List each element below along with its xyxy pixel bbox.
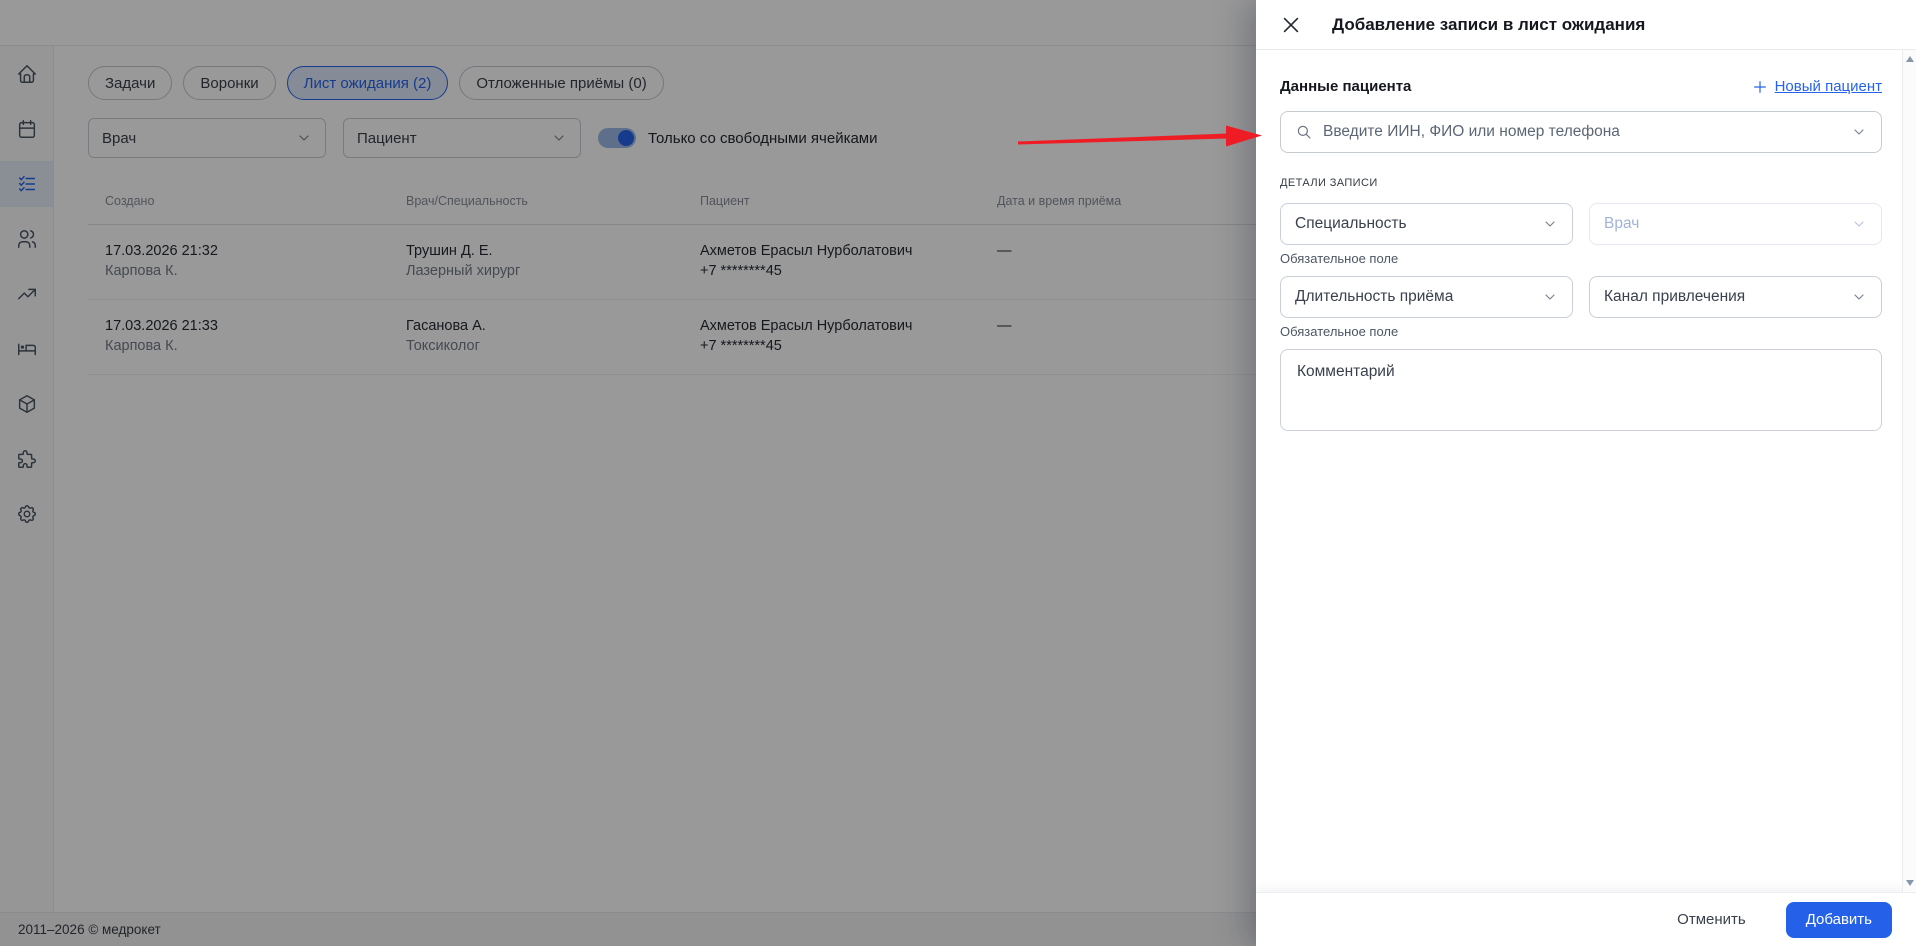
duration-select[interactable]: Длительность приёма (1280, 276, 1573, 318)
drawer-scrollbar[interactable] (1902, 50, 1916, 892)
search-icon (1295, 123, 1313, 141)
close-icon[interactable] (1280, 14, 1302, 36)
new-patient-label: Новый пациент (1774, 78, 1882, 95)
required-field-note: Обязательное поле (1280, 324, 1399, 339)
chevron-down-icon (1542, 216, 1558, 232)
chevron-down-icon (1851, 289, 1867, 305)
add-waiting-list-drawer: Добавление записи в лист ожидания Данные… (1256, 0, 1916, 946)
drawer-title: Добавление записи в лист ожидания (1332, 14, 1646, 34)
chevron-down-icon (1542, 289, 1558, 305)
comment-textarea[interactable] (1280, 349, 1882, 431)
new-patient-link[interactable]: Новый пациент (1752, 78, 1882, 95)
doctor-select[interactable]: Врач (1589, 203, 1882, 245)
drawer-body: Данные пациента Новый пациент ДЕТАЛИ ЗАП… (1256, 50, 1902, 892)
drawer-header: Добавление записи в лист ожидания (1256, 0, 1916, 50)
specialty-select[interactable]: Специальность (1280, 203, 1573, 245)
details-section-label: ДЕТАЛИ ЗАПИСИ (1280, 177, 1378, 189)
channel-select[interactable]: Канал привлечения (1589, 276, 1882, 318)
patient-search-combobox[interactable] (1280, 111, 1882, 153)
chevron-down-icon[interactable] (1851, 124, 1867, 140)
submit-button[interactable]: Добавить (1785, 901, 1892, 938)
patient-search-input[interactable] (1323, 123, 1841, 141)
scroll-up-icon[interactable] (1905, 56, 1914, 62)
cancel-button[interactable]: Отменить (1677, 911, 1746, 928)
plus-icon (1752, 79, 1768, 95)
scroll-down-icon[interactable] (1905, 880, 1914, 886)
required-field-note: Обязательное поле (1280, 251, 1399, 266)
patient-data-heading: Данные пациента (1280, 78, 1412, 95)
drawer-footer: Отменить Добавить (1256, 892, 1916, 946)
chevron-down-icon (1851, 216, 1867, 232)
